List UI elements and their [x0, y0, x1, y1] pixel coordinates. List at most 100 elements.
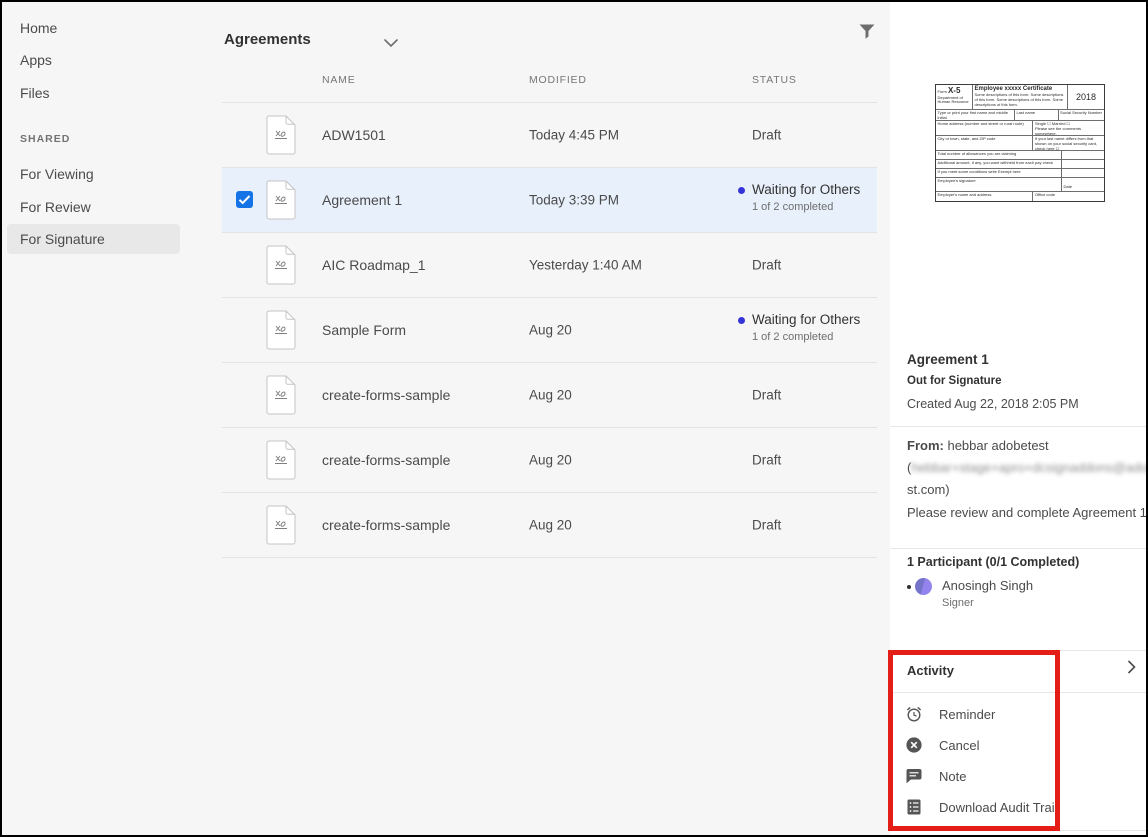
thumb-field: Employer's name and address [936, 192, 1033, 201]
sidebar-item-for-signature[interactable]: For Signature [7, 224, 180, 254]
divider [890, 650, 1148, 651]
email-redacted: hebbar+stage+apro+dcsignaddons@adobete [911, 460, 1148, 475]
note-icon [905, 767, 923, 785]
table-row[interactable]: Sample Form Aug 20 Waiting for Others 1 … [222, 298, 877, 363]
row-name: create-forms-sample [322, 452, 450, 468]
activity-item-label: Reminder [939, 707, 995, 722]
row-name: Sample Form [322, 322, 406, 338]
detail-status: Out for Signature [907, 375, 1002, 387]
thumb-dept: Department of Human Resource [938, 96, 971, 106]
thumb-field: Please see the comments somewhere. [1035, 127, 1103, 135]
divider [890, 548, 1148, 549]
table-row[interactable]: ADW1501 Today 4:45 PM Draft [222, 103, 877, 168]
alarm-clock-icon [905, 705, 923, 723]
audit-trail-icon [905, 798, 923, 816]
document-thumbnail[interactable]: Form X-5 Department of Human Resource Em… [935, 84, 1105, 202]
thumb-field: If your last name differs from that show… [1033, 136, 1104, 150]
thumb-field: Type or print your first name and middle… [936, 110, 1015, 120]
activity-item-reminder[interactable]: Reminder [905, 705, 995, 723]
thumb-field: Office code [1033, 192, 1104, 201]
page-title: Agreements [224, 31, 311, 48]
divider [890, 426, 1148, 427]
agreements-table: ADW1501 Today 4:45 PM Draft Agreement 1 … [222, 102, 877, 558]
participant-role: Signer [942, 597, 974, 609]
activity-item-note[interactable]: Note [905, 767, 966, 785]
participant-name: Anosingh Singh [942, 578, 1033, 593]
activity-item-label: Note [939, 769, 966, 784]
from-label: From: [907, 438, 944, 453]
thumb-form-word: Form [938, 89, 947, 94]
thumb-field: Home address (number and street or rural… [936, 121, 1033, 135]
table-row[interactable]: create-forms-sample Aug 20 Draft [222, 428, 877, 493]
divider [890, 692, 1148, 693]
activity-item-download-audit-trail[interactable]: Download Audit Trail [905, 798, 1058, 816]
table-row[interactable]: create-forms-sample Aug 20 Draft [222, 493, 877, 558]
from-name: hebbar adobetest [947, 438, 1048, 453]
column-header-name: NAME [322, 74, 356, 86]
column-header-status: STATUS [752, 74, 797, 86]
row-status: Draft [752, 258, 781, 273]
row-status: Draft [752, 518, 781, 533]
thumb-field: City or town, state, and ZIP code [936, 136, 1033, 150]
chevron-down-icon[interactable] [384, 35, 398, 53]
detail-created: Created Aug 22, 2018 2:05 PM [907, 397, 1079, 411]
table-row[interactable]: create-forms-sample Aug 20 Draft [222, 363, 877, 428]
cancel-circle-icon [905, 736, 923, 754]
row-modified: Aug 20 [529, 453, 572, 468]
row-status: Draft [752, 453, 781, 468]
sign-document-icon [266, 440, 296, 485]
row-checkbox[interactable] [236, 191, 253, 208]
row-name: create-forms-sample [322, 387, 450, 403]
thumb-field: If you meet some conditions write Exempt… [936, 169, 1062, 177]
table-row-selected[interactable]: Agreement 1 Today 3:39 PM Waiting for Ot… [222, 168, 877, 233]
activity-item-label: Cancel [939, 738, 979, 753]
row-substatus: 1 of 2 completed [752, 331, 833, 343]
sign-document-icon [266, 310, 296, 355]
row-name: create-forms-sample [322, 517, 450, 533]
row-name: Agreement 1 [322, 192, 402, 208]
sign-document-icon [266, 180, 296, 225]
status-dot [738, 317, 745, 324]
sign-document-icon [266, 375, 296, 420]
detail-title: Agreement 1 [907, 352, 989, 367]
chevron-right-icon[interactable] [1127, 660, 1136, 679]
sidebar-section-shared: SHARED [20, 133, 70, 145]
activity-item-cancel[interactable]: Cancel [905, 736, 979, 754]
thumb-field: Employee's signature [936, 178, 1062, 191]
row-modified: Yesterday 1:40 AM [529, 258, 642, 273]
row-status: Waiting for Others [752, 312, 860, 327]
activity-header: Activity [907, 663, 954, 678]
row-modified: Aug 20 [529, 518, 572, 533]
detail-from: From: hebbar adobetest [907, 438, 1049, 453]
sidebar-item-files[interactable]: Files [20, 85, 50, 101]
sidebar-item-for-review[interactable]: For Review [20, 199, 91, 215]
thumb-year: 2018 [1068, 85, 1104, 109]
divider [890, 830, 1148, 831]
row-modified: Today 4:45 PM [529, 128, 619, 143]
sidebar-item-label: For Signature [20, 231, 105, 247]
sidebar-item-for-viewing[interactable]: For Viewing [20, 166, 94, 182]
thumb-field: Additional amount, if any, you want with… [936, 160, 1062, 168]
row-substatus: 1 of 2 completed [752, 201, 833, 213]
thumb-field: Date [1062, 178, 1104, 191]
sidebar-item-apps[interactable]: Apps [20, 52, 52, 68]
sign-document-icon [266, 115, 296, 160]
row-modified: Aug 20 [529, 388, 572, 403]
sidebar-item-home[interactable]: Home [20, 20, 57, 36]
participant-avatar [915, 578, 932, 595]
filter-funnel-icon[interactable] [859, 24, 875, 44]
table-row[interactable]: AIC Roadmap_1 Yesterday 1:40 AM Draft [222, 233, 877, 298]
status-dot [738, 187, 745, 194]
participant-bullet [907, 585, 911, 589]
row-name: AIC Roadmap_1 [322, 257, 426, 273]
participants-header: 1 Participant (0/1 Completed) [907, 555, 1079, 569]
row-modified: Today 3:39 PM [529, 193, 619, 208]
thumb-field: Social Security Number [1059, 110, 1104, 120]
row-status: Draft [752, 388, 781, 403]
row-status: Waiting for Others [752, 182, 860, 197]
detail-message: Please review and complete Agreement 1. [907, 505, 1148, 520]
thumb-field: Last name [1015, 110, 1059, 120]
row-name: ADW1501 [322, 127, 386, 143]
thumb-form-no: X-5 [948, 86, 960, 95]
row-modified: Aug 20 [529, 323, 572, 338]
